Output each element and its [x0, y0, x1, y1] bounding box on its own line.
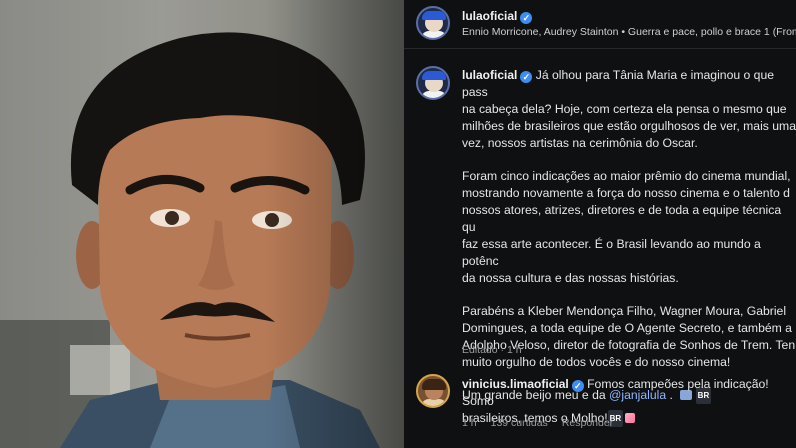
comments-panel: lulaoficial ✓ Ennio Morricone, Audrey Sta…: [404, 0, 796, 448]
reply-time: 1 h: [462, 417, 477, 429]
caption-paragraph-1: lulaoficial ✓ Já olhou para Tânia Maria e…: [462, 67, 796, 152]
reply-username[interactable]: vinicius.limaoficial: [462, 377, 569, 391]
reply-meta: 1 h 139 curtidas Responder: [462, 417, 627, 429]
caption-avatar[interactable]: [416, 66, 450, 100]
author-username[interactable]: lulaoficial: [462, 9, 517, 23]
caption-paragraph-3: Parabéns a Kleber Mendonça Filho, Wagner…: [462, 304, 796, 369]
reply-avatar[interactable]: [416, 374, 450, 408]
author-name-row: lulaoficial ✓: [462, 7, 533, 25]
photo-shadow: [264, 0, 404, 448]
verified-badge-icon: ✓: [520, 12, 533, 24]
author-avatar[interactable]: [416, 6, 450, 40]
screen: lulaoficial ✓ Ennio Morricone, Audrey Sta…: [0, 0, 796, 448]
reply-likes[interactable]: 139 curtidas: [491, 417, 548, 429]
caption-paragraph-2: Foram cinco indicações ao maior prêmio d…: [462, 169, 791, 285]
post-photo: [0, 0, 404, 448]
music-info[interactable]: Ennio Morricone, Audrey Stainton • Guerr…: [462, 26, 796, 38]
caption-comment: lulaoficial ✓ Já olhou para Tânia Maria e…: [462, 67, 796, 420]
reply-button[interactable]: Responder: [562, 417, 613, 429]
post-header: lulaoficial ✓ Ennio Morricone, Audrey Sta…: [404, 0, 796, 49]
caption-username[interactable]: lulaoficial: [462, 68, 517, 82]
verified-badge-icon: ✓: [520, 71, 533, 83]
verified-badge-icon: ✓: [571, 380, 584, 392]
caption-meta: Editado · 1 h: [462, 344, 522, 356]
reply-line-1: vinicius.limaoficial ✓ Fomos campeões pel…: [462, 376, 796, 410]
